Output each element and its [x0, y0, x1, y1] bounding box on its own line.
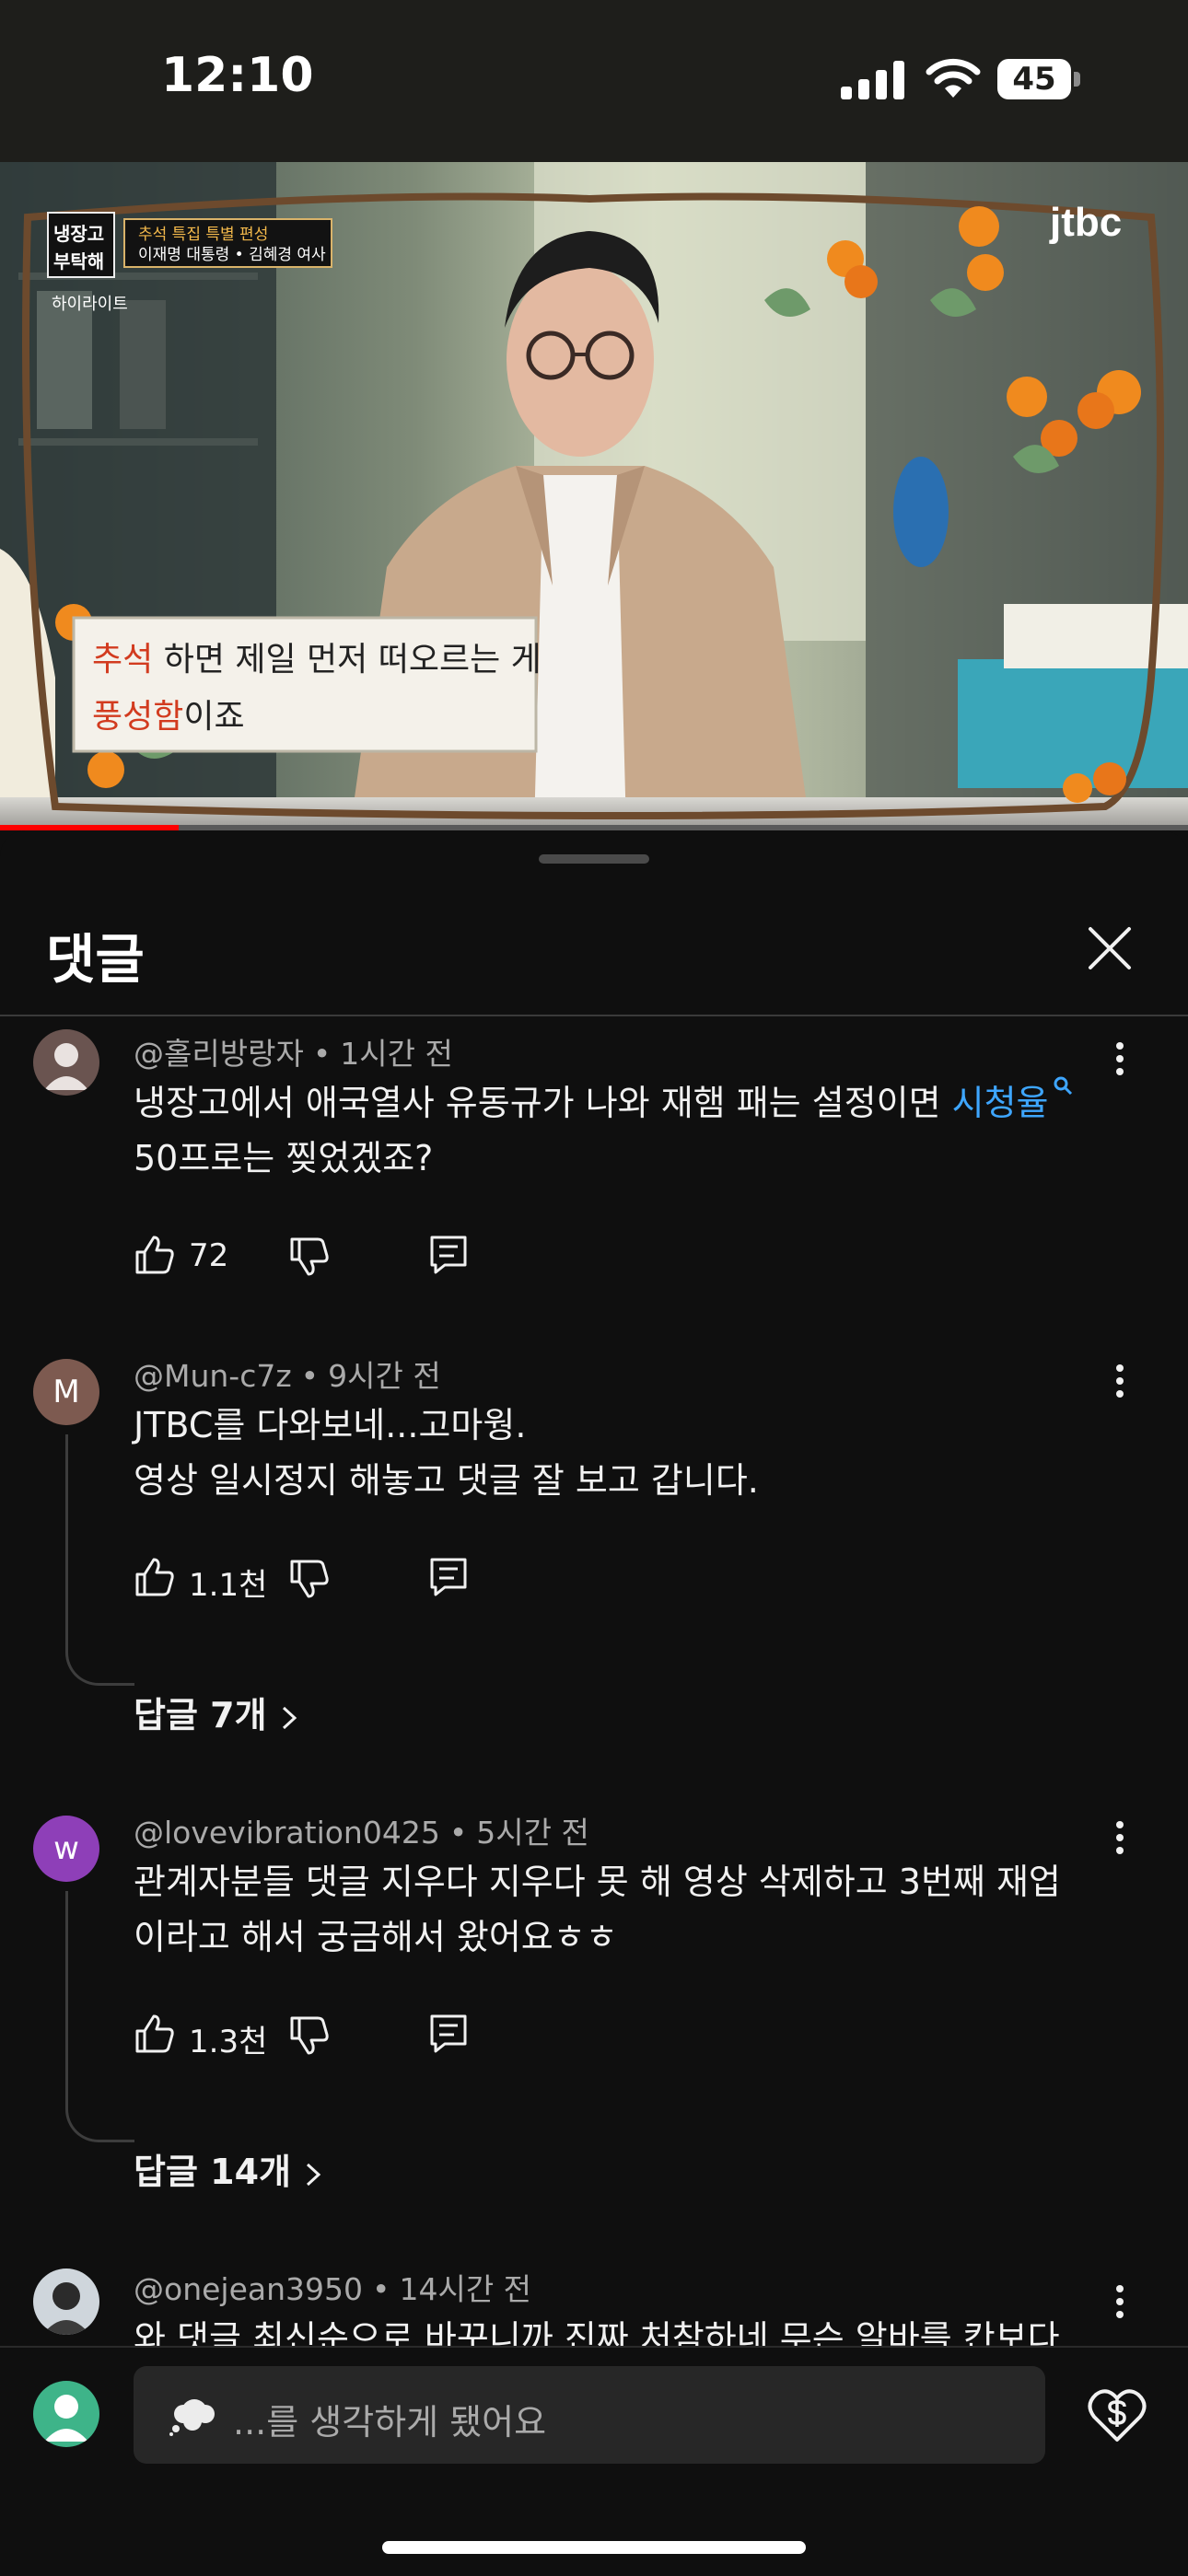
comment-meta: @onejean3950 • 14시간 전	[134, 2271, 532, 2307]
channel-logo: jtbc	[1049, 200, 1122, 245]
comment-author[interactable]: @lovevibration0425	[134, 1815, 440, 1851]
comment-meta: @홀리방랑자 • 1시간 전	[134, 1036, 453, 1072]
chevron-right-icon	[306, 2163, 321, 2186]
search-link[interactable]: 시청율	[952, 1076, 1075, 1123]
avatar-letter: M	[52, 1374, 80, 1410]
comment-text: 와 댓글 최신순으로 바꾸니까 진짜 처참하네 무슨 알바를 칸보다	[134, 2318, 1060, 2346]
comment-item: @onejean3950 • 14시간 전 와 댓글 최신순으로 바꾸니까 진짜 처…	[0, 2265, 1188, 2346]
reply-icon[interactable]	[428, 1234, 469, 1276]
like-count: 1.3천	[189, 2024, 268, 2060]
like-count: 1.1천	[189, 1567, 268, 1604]
show-badge: 하이라이트	[52, 295, 128, 314]
like-icon[interactable]	[134, 1234, 176, 1276]
comment-item: @홀리방랑자 • 1시간 전 냉장고에서 애국열사 유동규가 나와 재햄 패는 설정…	[0, 1029, 1188, 1305]
more-options-icon[interactable]	[1109, 1363, 1131, 1399]
show-logo-line1: 냉장고	[53, 223, 104, 245]
comment-item: M @Mun-c7z • 9시간 전 JTBC를 다와보네...고마웡. 영상 일시…	[0, 1352, 1188, 1738]
more-options-icon[interactable]	[1109, 1040, 1131, 1077]
sheet-title: 댓글	[46, 928, 145, 991]
caption-line1: 추석 하면 제일 먼저 떠오르는 게	[92, 641, 542, 679]
like-icon[interactable]	[134, 1556, 176, 1598]
video-player[interactable]: jtbc 냉장고 부탁해 하이라이트 추석 특집 특별 편성 이재명 대통령 •…	[0, 162, 1188, 830]
dislike-icon[interactable]	[288, 1558, 331, 1600]
comment-time: 9시간 전	[328, 1358, 441, 1394]
comment-text: JTBC를 다와보네...고마웡. 영상 일시정지 해놓고 댓글 잘 보고 갑니…	[134, 1405, 759, 1501]
search-icon	[1054, 1076, 1072, 1096]
battery-level: 45	[1012, 61, 1056, 98]
banner-line1: 추석 특집 특별 편성	[138, 226, 268, 244]
sheet-divider	[0, 1015, 1188, 1016]
avatar[interactable]: w	[33, 1816, 99, 1882]
comment-meta: @Mun-c7z • 9시간 전	[134, 1358, 441, 1394]
close-icon[interactable]	[1087, 925, 1133, 971]
view-replies-button[interactable]: 답글 7개	[134, 1687, 298, 1737]
comment-text: 냉장고에서 애국열사 유동규가 나와 재햄 패는 설정이면 시청율 50프로는 …	[134, 1075, 1110, 1186]
like-icon[interactable]	[134, 2013, 176, 2055]
caption-line2: 풍성함이죠	[92, 698, 245, 736]
reply-thread-line	[65, 1434, 134, 1686]
battery-icon: 45	[997, 59, 1080, 99]
comment-author[interactable]: @onejean3950	[134, 2271, 363, 2307]
comment-input-placeholder: ...를 생각하게 됐어요	[233, 2402, 547, 2443]
avatar[interactable]	[33, 1029, 99, 1096]
more-options-icon[interactable]	[1109, 2283, 1131, 2320]
reply-icon[interactable]	[428, 1556, 469, 1598]
home-indicator[interactable]	[382, 2541, 806, 2554]
reply-thread-line	[65, 1891, 134, 2142]
comment-item: w @lovevibration0425 • 5시간 전 관계자분들 댓글 지우다 …	[0, 1808, 1188, 2195]
comment-time: 14시간 전	[399, 2271, 532, 2307]
wifi-icon	[926, 58, 981, 98]
comment-input[interactable]: ...를 생각하게 됐어요	[134, 2366, 1045, 2464]
thought-bubble-icon	[169, 2399, 215, 2436]
chevron-right-icon	[282, 1706, 297, 1729]
dislike-icon[interactable]	[288, 2014, 331, 2057]
view-replies-button[interactable]: 답글 14개	[134, 2143, 322, 2194]
avatar-letter: w	[53, 1830, 79, 1867]
status-bar: 12:10 45	[0, 0, 1188, 162]
super-thanks-heart-icon[interactable]	[1087, 2386, 1147, 2443]
banner-line2: 이재명 대통령 • 김혜경 여사	[138, 246, 326, 264]
comment-time: 1시간 전	[340, 1036, 453, 1072]
sheet-drag-handle[interactable]	[539, 854, 649, 864]
user-avatar[interactable]	[33, 2381, 99, 2447]
reply-icon[interactable]	[428, 2013, 469, 2055]
avatar[interactable]	[33, 2269, 99, 2335]
status-time: 12:10	[161, 48, 314, 103]
dislike-icon[interactable]	[288, 1236, 331, 1278]
comment-author[interactable]: @홀리방랑자	[134, 1036, 304, 1072]
comment-meta: @lovevibration0425 • 5시간 전	[134, 1815, 589, 1851]
like-count: 72	[189, 1237, 229, 1274]
show-logo-line2: 부탁해	[53, 250, 104, 273]
more-options-icon[interactable]	[1109, 1819, 1131, 1856]
comment-author[interactable]: @Mun-c7z	[134, 1358, 292, 1394]
comment-text: 관계자분들 댓글 지우다 지우다 못 해 영상 삭제하고 3번째 재업 이라고 …	[134, 1862, 1061, 1957]
avatar[interactable]: M	[33, 1359, 99, 1425]
video-frame: jtbc 냉장고 부탁해 하이라이트 추석 특집 특별 편성 이재명 대통령 •…	[0, 162, 1188, 830]
cellular-signal-icon	[841, 61, 904, 99]
comment-time: 5시간 전	[476, 1815, 589, 1851]
